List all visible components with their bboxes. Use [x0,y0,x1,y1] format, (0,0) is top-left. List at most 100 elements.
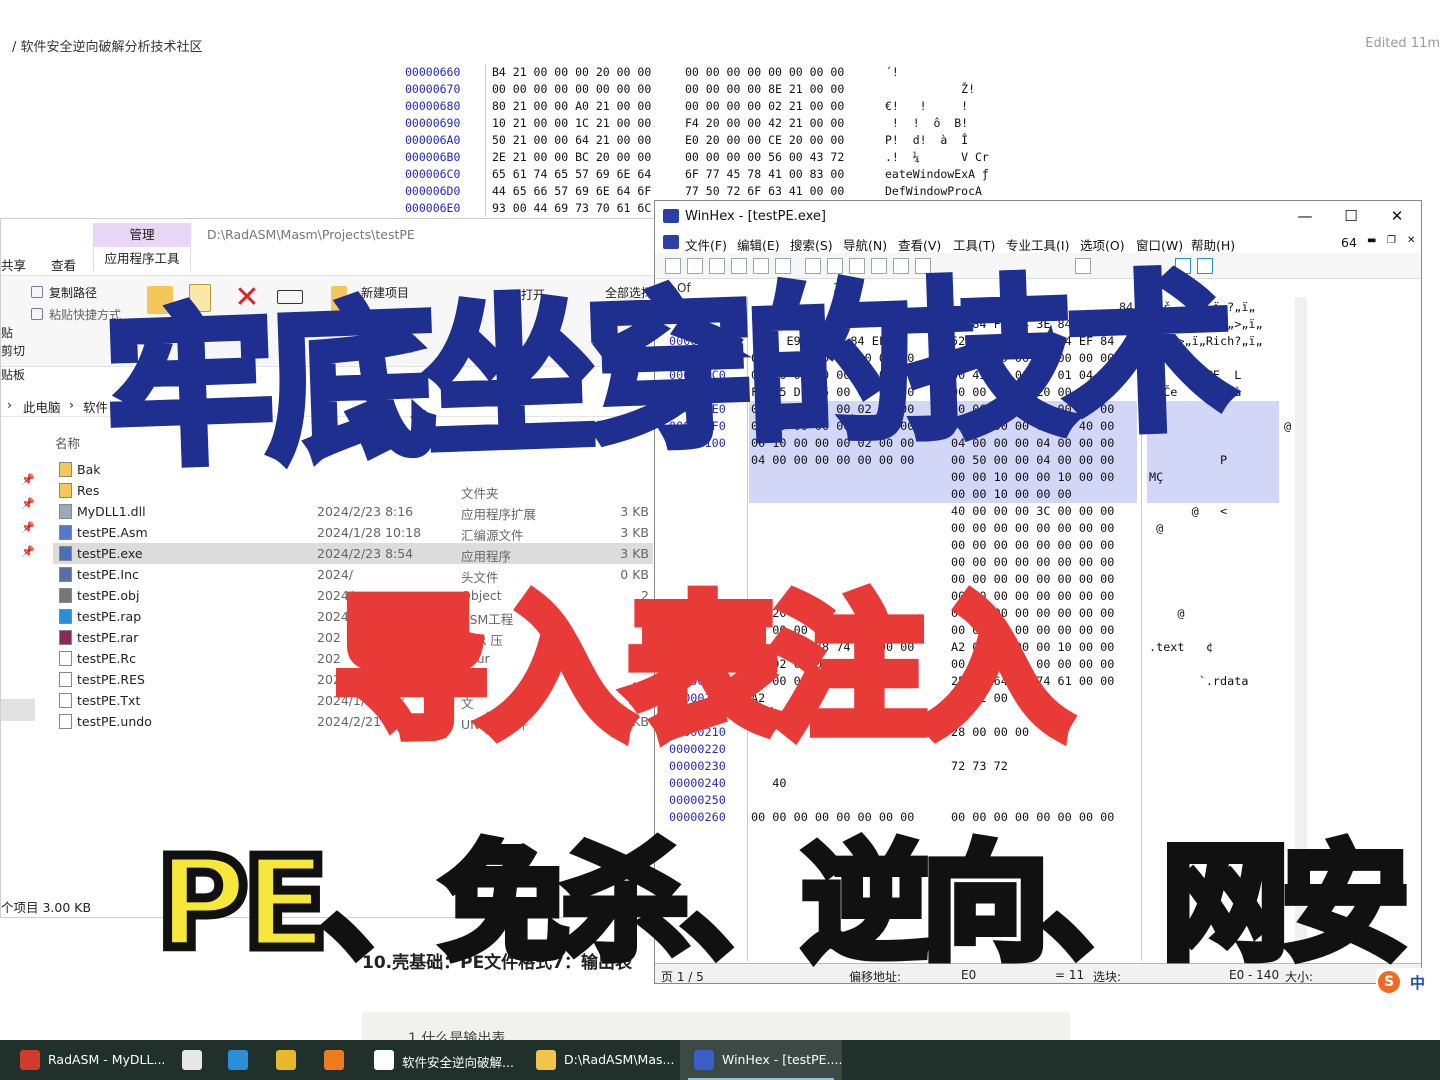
breadcrumb[interactable]: / 软件安全逆向破解分析技术社区 [12,36,203,55]
file-type: 应用程序扩展 [461,507,537,522]
cut-label[interactable]: 剪切 [1,342,25,359]
status-bar: 个项目 3.00 KB [1,900,92,915]
hex-asc: DefWindowProcA [885,184,982,198]
hex-row: 000006A0 50 21 00 00 64 21 00 00 E0 20 00 … [405,132,1045,149]
maximize-button[interactable]: ☐ [1331,205,1371,227]
hex-row: 000006D0 44 65 66 57 69 6E 64 6F 77 50 72 … [405,183,1045,200]
dll-icon [59,504,72,519]
taskbar-button[interactable]: WinHex - [testPE.... [680,1040,842,1080]
rar-icon [59,630,72,645]
hex-off: 000006B0 [405,150,461,164]
winhex-logo-icon [663,209,679,223]
hex-asc: P! d! à Î [885,133,969,147]
obj-icon [59,588,72,603]
hex-b1: 2E 21 00 00 BC 20 00 00 [485,149,685,166]
pin-icon: 📌 [21,473,35,486]
hex-b2: F4 20 00 00 42 21 00 00 [685,116,845,130]
taskbar-button[interactable] [214,1040,254,1080]
file-icon [59,693,72,708]
file-row[interactable]: testPE.Asm 2024/1/28 10:18 汇编源文件 3 KB [53,522,653,543]
pin-icon: 📌 [21,497,35,510]
file-icon [59,714,72,729]
file-name: testPE.rar [77,630,139,645]
taskbar-button[interactable] [310,1040,350,1080]
hex-h2: 00 00 00 00 00 00 00 00 [951,521,1115,535]
hex-off: 000006E0 [405,201,461,215]
app-icon [20,1050,40,1070]
file-size: 3 KB [620,504,649,519]
sogou-icon: S [1378,971,1400,993]
exe-icon [59,546,72,561]
hex-off: 00000670 [405,82,461,96]
minimize-button[interactable]: — [1285,205,1325,227]
selection-highlight-ascii [1147,486,1279,503]
hex-off: 00000660 [405,65,461,79]
file-name: testPE.Inc [77,567,139,582]
overlay-subtitle: 导入表注入 [329,576,1077,764]
overlay-tags: PE、免杀、逆向、网安 [151,826,1412,982]
taskbar-label: WinHex - [testPE.... [722,1052,843,1067]
taskbar-label: 软件安全逆向破解... [402,1055,514,1070]
file-row[interactable]: MyDLL1.dll 2024/2/23 8:16 应用程序扩展 3 KB [53,501,653,522]
taskbar-button[interactable] [262,1040,302,1080]
toggle-block[interactable]: 1.什么是输出表 [362,1012,1070,1047]
hex-asc: Ž! [885,82,976,96]
app-icon [276,1050,296,1070]
chevron-right-icon: › [7,397,12,412]
window-title: WinHex - [testPE.exe] [685,209,826,224]
taskbar-button[interactable]: D:\RadASM\Mas... [522,1040,674,1080]
hex-asc: ! ! ô B! [885,116,969,130]
file-name: Res [77,483,100,498]
tab-manage[interactable]: 管理 [93,223,191,247]
hex-b1: 10 21 00 00 1C 21 00 00 [485,115,685,132]
doc-minimize-button[interactable]: ▬ [1367,235,1376,246]
doc-close-button[interactable]: ✕ [1407,235,1415,246]
file-name: testPE.undo [77,714,152,729]
hex-row[interactable]: 00 00 00 00 00 00 00 00 @ [655,520,1295,537]
file-name: testPE.Rc [77,651,136,666]
ime-indicator[interactable]: S 中 [1376,968,1440,996]
copy-path-icon [31,286,43,298]
hex-b1: B4 21 00 00 00 20 00 00 [485,64,685,81]
hex-off: 00000240 [669,776,726,790]
menu-right-label: 64 [1341,235,1357,250]
taskbar: RadASM - MyDLL... 软件安全逆向破解... D:\RadASM\Ma… [0,1040,1440,1080]
hex-row[interactable]: 00 00 10 00 00 00 [655,486,1295,503]
copy-path-button[interactable]: 复制路径 [49,284,97,301]
hex-b1: 00 00 00 00 00 00 00 00 [485,81,685,98]
overlay-title: 牢底坐穿的技术 [99,250,1234,494]
hex-row[interactable]: 40 00 00 00 3C 00 00 00 @ < [655,503,1295,520]
hex-h1: 40 [751,776,787,790]
file-name: testPE.Txt [77,693,141,708]
rap-icon [59,609,72,624]
hex-off: 000006C0 [405,167,461,181]
taskbar-button[interactable]: 软件安全逆向破解... [360,1040,518,1080]
file-name: testPE.Asm [77,525,148,540]
nav-pane-selected[interactable] [1,699,35,721]
doc-restore-button[interactable]: ❐ [1387,235,1396,246]
tab-share[interactable]: 共享 [1,255,26,274]
file-name: testPE.rap [77,609,142,624]
hex-off: 00000680 [405,99,461,113]
asm-icon [59,525,72,540]
clipboard-group-label: 贴板 [1,368,26,382]
app-icon [536,1050,556,1070]
taskbar-label: RadASM - MyDLL... [48,1052,166,1067]
close-button[interactable]: ✕ [1377,205,1417,227]
hex-b2: 00 00 00 00 00 00 00 00 [685,65,845,79]
address-segment-pc[interactable]: 此电脑 [23,397,61,416]
chevron-right-icon: › [69,397,74,412]
tab-view[interactable]: 查看 [51,255,76,274]
file-name: Bak [77,462,101,477]
column-header-name[interactable]: 名称 [55,433,80,452]
file-name: testPE.obj [77,588,140,603]
hex-row[interactable]: 00000240 40 [655,775,1295,792]
paste-label[interactable]: 贴 [1,324,13,341]
hex-b1: 80 21 00 00 A0 21 00 00 [485,98,685,115]
taskbar-button[interactable]: RadASM - MyDLL... [6,1040,165,1080]
address-segment-folder[interactable]: 软件 [83,397,108,416]
taskbar-button[interactable] [168,1040,208,1080]
app-icon [324,1050,344,1070]
hex-h2: 40 00 00 00 3C 00 00 00 [951,504,1115,518]
selection-highlight-ascii [1147,469,1279,486]
